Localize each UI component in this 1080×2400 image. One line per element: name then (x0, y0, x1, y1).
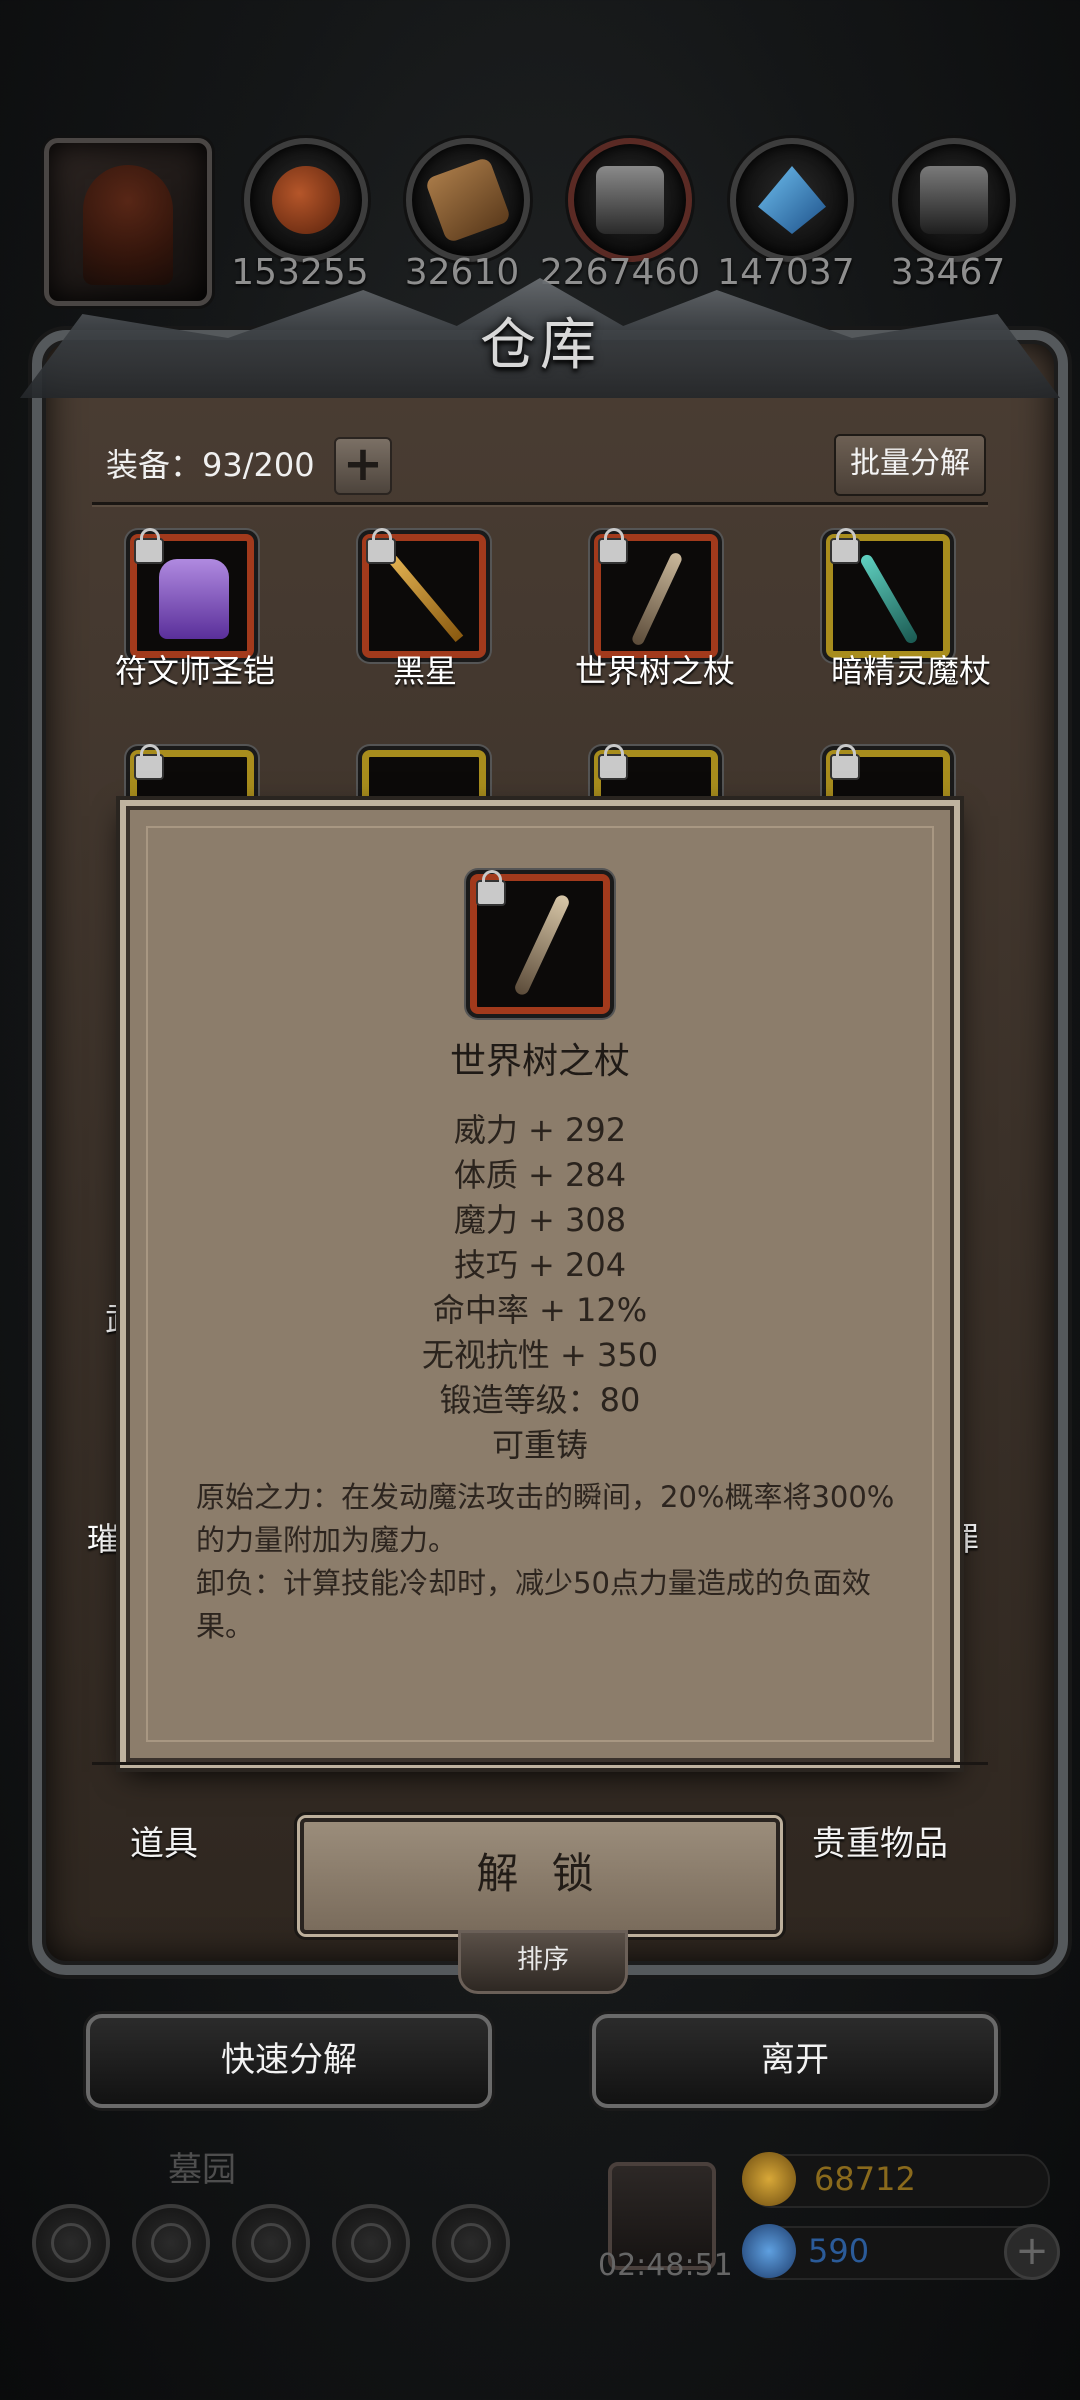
skill-icon[interactable] (132, 2204, 210, 2282)
stat-accuracy: 命中率 + 12% (432, 1291, 648, 1329)
leave-button[interactable]: 离开 (592, 2014, 998, 2108)
tab-valuables[interactable]: 贵重物品 (812, 1816, 948, 1865)
staff-icon (512, 893, 572, 997)
stat-forge-level: 锻造等级：80 (439, 1381, 641, 1419)
mail-icon[interactable] (332, 2204, 410, 2282)
gem-icon (742, 2224, 796, 2278)
lock-icon (366, 528, 396, 564)
wand-icon (858, 552, 920, 646)
gold-coin-icon (742, 2152, 796, 2206)
expand-capacity-button[interactable]: + (334, 437, 392, 495)
equipment-capacity: 装备：93/200 (106, 446, 315, 484)
lock-icon (598, 744, 628, 780)
batch-dismantle-button[interactable]: 批量分解 (834, 434, 986, 496)
armor-icon (159, 559, 229, 639)
lock-icon (830, 744, 860, 780)
passive-description: 卸负：计算技能冷却时，减少50点力量造成的负面效果。 (196, 1566, 871, 1643)
sort-button[interactable]: 排序 (458, 1930, 628, 1994)
stat-power: 威力 + 292 (453, 1111, 627, 1149)
gold-amount: 68712 (814, 2160, 916, 2198)
lock-icon (598, 528, 628, 564)
guild-icon[interactable] (432, 2204, 510, 2282)
stat-magic: 魔力 + 308 (453, 1201, 627, 1239)
settings-icon[interactable] (32, 2204, 110, 2282)
staff-icon (630, 551, 684, 647)
wood-icon (406, 138, 530, 262)
divider (92, 1762, 988, 1765)
stat-skill: 技巧 + 204 (453, 1246, 627, 1284)
character-portrait[interactable] (44, 138, 212, 306)
crystal-icon (730, 138, 854, 262)
lock-icon (134, 528, 164, 564)
stat-constitution: 体质 + 284 (453, 1156, 627, 1194)
lock-icon (134, 744, 164, 780)
gem-amount: 590 (808, 2232, 870, 2270)
item-name: 黑星 (392, 652, 457, 690)
hooded-character-icon (83, 165, 173, 285)
tab-items[interactable]: 道具 (130, 1816, 198, 1865)
page-title: 仓库 (480, 313, 600, 378)
leather-icon (244, 138, 368, 262)
stat-ignore-resistance: 无视抗性 + 350 (421, 1336, 659, 1374)
steel-count: 33467 (890, 252, 1006, 293)
iron-ingot-icon (568, 138, 692, 262)
gift-timer: 02:48:51 (598, 2248, 733, 2283)
item-slot[interactable] (362, 750, 486, 810)
item-name: 世界树之杖 (574, 652, 735, 690)
item-name: 暗精灵魔杖 (830, 652, 991, 690)
crystal-count: 147037 (717, 252, 855, 293)
iron-count: 2267460 (539, 252, 701, 293)
stat-reforgeable: 可重铸 (491, 1426, 588, 1464)
unlock-button[interactable]: 解 锁 (300, 1818, 780, 1934)
staff-icon (388, 555, 464, 643)
quick-dismantle-button[interactable]: 快速分解 (86, 2014, 492, 2108)
item-name: 符文师圣铠 (114, 652, 275, 690)
lock-icon (476, 870, 506, 906)
character-icon[interactable] (232, 2204, 310, 2282)
item-tooltip: 世界树之杖 威力 + 292 体质 + 284 魔力 + 308 技巧 + 20… (126, 806, 954, 1762)
leather-count: 153255 (231, 252, 369, 293)
tooltip-description: 原始之力：在发动魔法攻击的瞬间，20%概率将300%的力量附加为魔力。 卸负：计… (196, 1476, 896, 1648)
passive-description: 原始之力：在发动魔法攻击的瞬间，20%概率将300%的力量附加为魔力。 (196, 1480, 895, 1557)
add-currency-button[interactable]: + (1004, 2224, 1060, 2280)
tooltip-item-name: 世界树之杖 (449, 1041, 630, 1082)
steel-ingot-icon (892, 138, 1016, 262)
lock-icon (830, 528, 860, 564)
zone-name: 墓园 (168, 2150, 236, 2190)
divider (92, 502, 988, 505)
tooltip-stats: 威力 + 292 体质 + 284 魔力 + 308 技巧 + 204 命中率 … (130, 1108, 950, 1468)
